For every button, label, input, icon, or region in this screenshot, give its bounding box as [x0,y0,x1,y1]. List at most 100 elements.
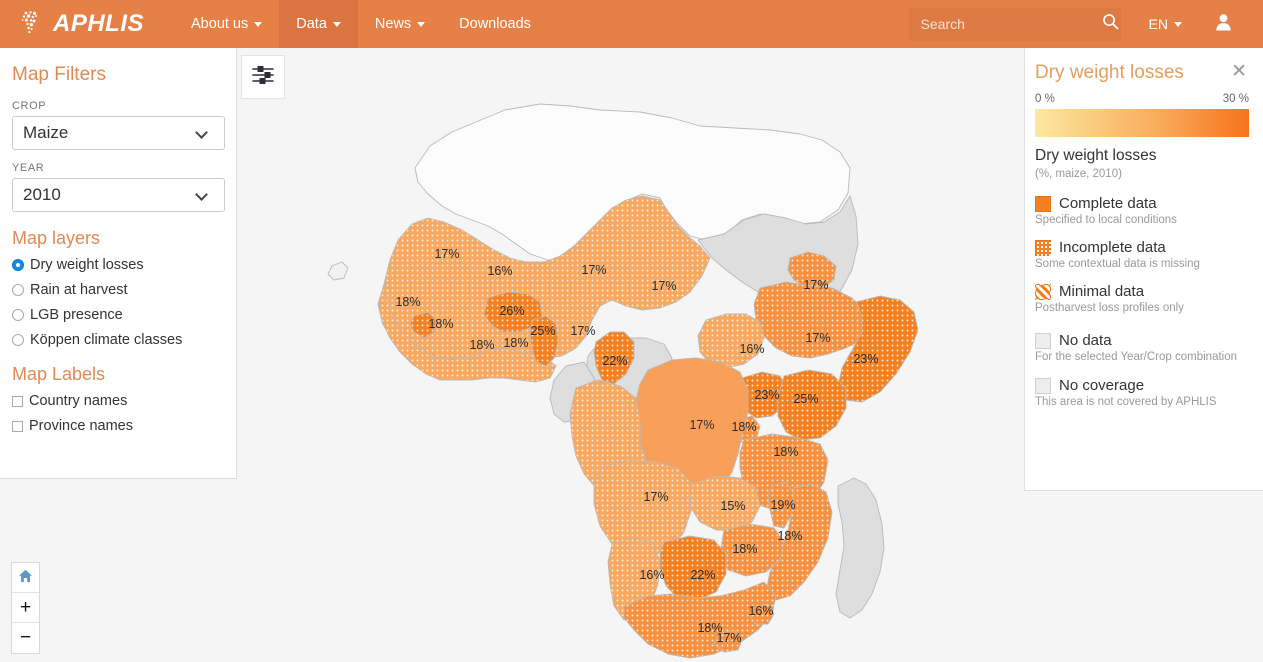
region-no-data-madagascar[interactable] [835,477,885,619]
swatch-empty-icon [1035,377,1051,394]
swatch-solid-icon [1035,195,1051,212]
legend-item-label: Incomplete data [1059,239,1166,256]
language-selector[interactable]: EN [1127,16,1192,32]
map-home-button[interactable] [12,563,39,593]
filters-title: Map Filters [12,64,106,85]
layer-option-rain-at-harvest[interactable]: Rain at harvest [12,282,218,298]
search-icon[interactable] [1102,13,1119,35]
filters-toggle-button[interactable] [241,55,285,99]
swatch-empty-icon [1035,332,1051,349]
radio-icon[interactable] [12,284,24,296]
language-label: EN [1148,16,1168,32]
scale-min-label: 0 % [1035,93,1055,105]
legend-item-label: No data [1059,332,1112,349]
legend-scale-labels: 0 % 30 % [1035,93,1249,105]
main-navigation: About us Data News Downloads [174,0,548,48]
legend-subtitle: Dry weight losses [1035,147,1157,164]
map-zoom-out-button[interactable]: − [12,623,39,653]
legend-subtitle-note: (%, maize, 2010) [1035,168,1122,180]
search-input[interactable] [920,16,1102,32]
brand-logo[interactable]: APHLIS [0,0,158,48]
legend-item-note: Specified to local conditions [1035,214,1177,226]
region-zambia[interactable] [689,475,761,531]
legend-item-label: No coverage [1059,377,1145,394]
legend-header: Dry weight losses ✕ [1035,62,1249,84]
nav-item-data[interactable]: Data [279,0,358,48]
legend-item-no-coverage: No coverage This area is not covered by … [1035,377,1249,408]
nav-label: News [374,16,412,32]
legend-item-label: Minimal data [1059,283,1145,300]
map-application: APHLIS About us Data News Downloads Sear… [0,0,1263,662]
layer-option-dry-weight-losses[interactable]: Dry weight losses [12,257,218,273]
radio-icon[interactable] [12,259,24,271]
nav-item-news[interactable]: News [358,0,442,48]
user-account-button[interactable] [1198,12,1247,37]
map-zoom-in-button[interactable]: + [12,593,39,623]
map-zoom-controls: + − [11,562,40,654]
home-icon [18,567,33,589]
chevron-down-icon [254,21,263,27]
user-icon [1214,12,1233,37]
search-box[interactable] [908,7,1121,41]
chevron-down-icon [332,21,341,27]
legend-item-complete-data: Complete data Specified to local conditi… [1035,195,1249,226]
legend-item-incomplete-data: Incomplete data Some contextual data is … [1035,239,1249,270]
close-icon[interactable]: ✕ [1229,62,1249,81]
legend-item-minimal-data: Minimal data Postharvest loss profiles o… [1035,283,1249,314]
legend-item-head: Minimal data [1035,283,1249,300]
nav-item-downloads[interactable]: Downloads [442,0,548,48]
layer-label: Rain at harvest [30,282,128,298]
nav-label: Data [296,16,327,32]
legend-panel: Dry weight losses ✕ 0 % 30 % Dry weight … [1024,48,1263,491]
checkbox-icon[interactable] [12,420,23,432]
year-select-wrap: 2010 [12,178,225,212]
crop-select-wrap: Maize [12,116,225,150]
region-kenya[interactable] [777,369,847,441]
site-header: APHLIS About us Data News Downloads Sear… [0,0,1263,48]
africa-dots-logo-icon [16,9,46,39]
legend-item-note: This area is not covered by APHLIS [1035,396,1217,408]
layer-option-lgb-presence[interactable]: LGB presence [12,307,218,323]
scale-max-label: 30 % [1222,93,1249,105]
region-no-data-cape-verde[interactable] [327,261,349,281]
chevron-down-icon [1174,21,1182,27]
radio-icon[interactable] [12,309,24,321]
year-value: 2010 [23,185,61,204]
crop-value: Maize [23,123,69,142]
legend-title: Dry weight losses [1035,62,1184,83]
checkbox-icon[interactable] [12,395,23,407]
legend-item-head: No data [1035,332,1249,349]
label-option-label: Country names [29,393,128,409]
map-layers-title: Map layers [12,228,101,248]
header-right-group: EN [908,0,1263,48]
legend-item-note: Some contextual data is missing [1035,258,1200,270]
region-botswana[interactable] [659,535,727,601]
brand-name: APHLIS [53,10,145,37]
radio-icon[interactable] [12,334,24,346]
nav-label: About us [191,16,249,32]
legend-item-head: Complete data [1035,195,1249,212]
legend-item-head: No coverage [1035,377,1249,394]
year-select[interactable]: 2010 [12,178,225,212]
crop-select[interactable]: Maize [12,116,225,150]
nav-item-about-us[interactable]: About us [174,0,279,48]
label-option-label: Province names [29,418,133,434]
nav-label: Downloads [459,16,531,32]
legend-item-note: For the selected Year/Crop combination [1035,351,1238,363]
map-filters-panel: Map Filters CROP Maize YEAR 2010 Map lay… [0,48,237,479]
map-labels-title: Map Labels [12,364,106,384]
layer-label: Dry weight losses [30,257,144,273]
legend-item-head: Incomplete data [1035,239,1249,256]
legend-item-note: Postharvest loss profiles only [1035,302,1184,314]
swatch-hatch-icon [1035,283,1051,300]
layer-label: Köppen climate classes [30,332,183,348]
label-option-province-names[interactable]: Province names [12,418,218,434]
legend-item-no-data: No data For the selected Year/Crop combi… [1035,332,1249,363]
label-option-country-names[interactable]: Country names [12,393,218,409]
chevron-down-icon [417,21,426,27]
legend-item-label: Complete data [1059,195,1157,212]
sliders-icon [250,62,276,93]
layer-option-koppen-climate-classes[interactable]: Köppen climate classes [12,332,218,348]
crop-field-label: CROP [12,100,47,112]
year-field-label: YEAR [12,162,45,174]
